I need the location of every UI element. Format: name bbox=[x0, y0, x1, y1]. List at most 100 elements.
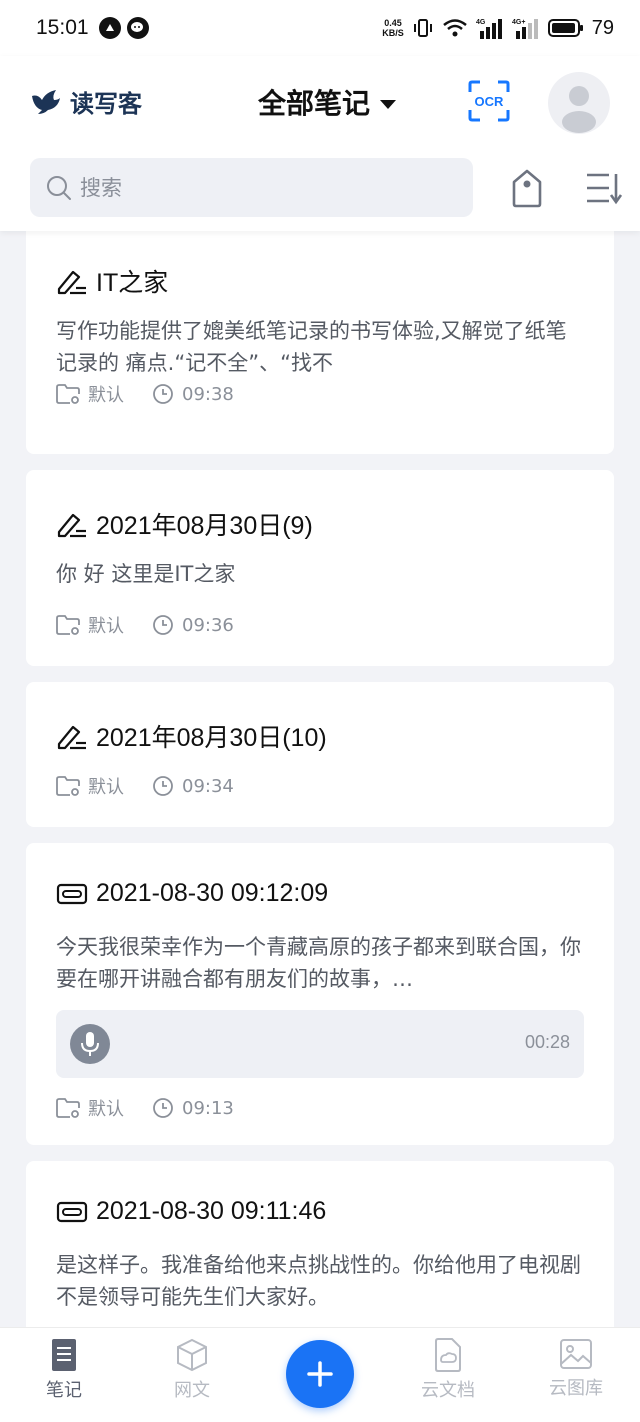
note-time-text: 09:36 bbox=[182, 614, 234, 636]
net-speed-value: 0.45 bbox=[384, 18, 402, 28]
notebook-selector[interactable]: 全部笔记 bbox=[258, 82, 397, 122]
recording-icon bbox=[56, 883, 88, 904]
note-title: 2021-08-30 09:12:09 bbox=[56, 879, 328, 908]
note-meta: 默认 09:36 bbox=[56, 612, 234, 638]
tab-cloud-gallery[interactable]: 云图库 bbox=[526, 1338, 626, 1400]
tag-button[interactable] bbox=[510, 168, 544, 208]
net-speed: 0.45 KB/S bbox=[382, 18, 404, 38]
note-time-text: 09:34 bbox=[182, 775, 234, 797]
signal-4g-icon: 4G bbox=[476, 19, 502, 39]
note-folder-text: 默认 bbox=[88, 616, 124, 637]
cloud-doc-icon bbox=[435, 1338, 461, 1372]
net-speed-unit: KB/S bbox=[382, 28, 404, 38]
ocr-label: OCR bbox=[474, 93, 504, 109]
note-meta: 默认 09:34 bbox=[56, 773, 234, 799]
note-folder-text: 默认 bbox=[88, 777, 124, 798]
note-icon bbox=[52, 1339, 76, 1371]
note-title-text: 2021年08月30日(9) bbox=[96, 512, 313, 540]
note-time: 09:38 bbox=[152, 383, 234, 405]
caret-down-icon bbox=[380, 99, 397, 109]
note-card[interactable]: 2021年08月30日(10) 默认 09:34 bbox=[26, 682, 614, 827]
sort-button[interactable] bbox=[585, 170, 623, 206]
clock-icon bbox=[153, 776, 173, 796]
note-title: 2021-08-30 09:11:46 bbox=[56, 1197, 326, 1226]
battery-icon bbox=[547, 19, 583, 37]
note-preview: 写作功能提供了媲美纸笔记录的书写体验,又解觉了纸笔记录的 痛点.“记不全”、“找… bbox=[56, 319, 567, 375]
app-notification-icon bbox=[98, 17, 121, 39]
note-time: 09:13 bbox=[152, 1097, 234, 1119]
clock-icon bbox=[153, 384, 173, 404]
note-folder-text: 默认 bbox=[88, 385, 124, 406]
wifi-icon bbox=[442, 19, 467, 37]
note-title: 2021年08月30日(10) bbox=[56, 718, 327, 754]
note-folder: 默认 bbox=[56, 612, 124, 638]
brand: 读写客 bbox=[30, 84, 142, 119]
user-avatar[interactable] bbox=[548, 72, 610, 134]
note-title: IT之家 bbox=[56, 263, 168, 299]
folder-icon bbox=[56, 384, 80, 404]
note-title-text: 2021-08-30 09:11:46 bbox=[96, 1197, 327, 1225]
note-time: 09:34 bbox=[152, 775, 234, 797]
handwriting-icon bbox=[57, 513, 86, 538]
search-bar[interactable] bbox=[30, 158, 473, 217]
note-preview: 你 好 这里是IT之家 bbox=[56, 562, 236, 586]
note-time-text: 09:13 bbox=[182, 1097, 234, 1119]
plus-icon bbox=[307, 1361, 333, 1387]
play-recording-button[interactable] bbox=[70, 1024, 110, 1064]
wechat-icon bbox=[126, 17, 149, 39]
audio-duration: 00:28 bbox=[524, 1032, 570, 1052]
search-input[interactable] bbox=[80, 175, 440, 200]
page-title: 全部笔记 bbox=[258, 87, 371, 120]
note-time: 09:36 bbox=[152, 614, 234, 636]
note-title: 2021年08月30日(9) bbox=[56, 506, 313, 542]
note-folder: 默认 bbox=[56, 1095, 124, 1121]
note-folder: 默认 bbox=[56, 773, 124, 799]
signal-4g-plus-icon: 4G+ bbox=[512, 19, 538, 39]
user-silhouette-icon bbox=[562, 86, 596, 133]
note-meta: 默认 09:13 bbox=[56, 1095, 234, 1121]
svg-text:4G+: 4G+ bbox=[512, 19, 525, 26]
note-title-text: 2021年08月30日(10) bbox=[96, 724, 327, 752]
app-header: 读写客 全部笔记 OCR bbox=[0, 56, 640, 231]
note-card[interactable]: IT之家 写作功能提供了媲美纸笔记录的书写体验,又解觉了纸笔记录的 痛点.“记不… bbox=[26, 231, 614, 454]
tab-web-articles-label: 网文 bbox=[174, 1380, 210, 1401]
tab-cloud-docs-label: 云文档 bbox=[421, 1380, 475, 1401]
note-card[interactable]: 2021-08-30 09:11:46 是这样子。我准备给他来点挑战性的。你给他… bbox=[26, 1161, 614, 1327]
folder-icon bbox=[56, 615, 80, 635]
tab-cloud-docs[interactable]: 云文档 bbox=[398, 1338, 498, 1402]
note-meta: 默认 09:38 bbox=[56, 381, 234, 407]
clock-icon bbox=[153, 615, 173, 635]
ocr-button[interactable]: OCR bbox=[468, 80, 510, 122]
tab-web-articles[interactable]: 网文 bbox=[142, 1338, 242, 1402]
gallery-icon bbox=[560, 1339, 592, 1369]
note-title-text: 2021-08-30 09:12:09 bbox=[96, 879, 329, 907]
tab-notes-label: 笔记 bbox=[46, 1380, 82, 1401]
note-list[interactable]: IT之家 写作功能提供了媲美纸笔记录的书写体验,又解觉了纸笔记录的 痛点.“记不… bbox=[0, 231, 640, 1327]
vibrate-icon bbox=[413, 19, 432, 37]
battery-level: 79 bbox=[591, 16, 614, 39]
note-card[interactable]: 2021年08月30日(9) 你 好 这里是IT之家 默认 09:36 bbox=[26, 470, 614, 666]
note-folder-text: 默认 bbox=[88, 1099, 124, 1120]
brand-name: 读写客 bbox=[70, 90, 142, 118]
handwriting-icon bbox=[57, 270, 86, 295]
add-note-button[interactable] bbox=[286, 1340, 354, 1408]
tab-cloud-gallery-label: 云图库 bbox=[549, 1378, 603, 1399]
note-folder: 默认 bbox=[56, 381, 124, 407]
microphone-icon bbox=[81, 1032, 99, 1056]
bottom-nav: 笔记 网文 云文档 云图库 bbox=[0, 1327, 640, 1422]
tab-notes[interactable]: 笔记 bbox=[14, 1338, 114, 1402]
cube-icon bbox=[177, 1338, 207, 1372]
note-preview: 是这样子。我准备给他来点挑战性的。你给他用了电视剧不是领导可能先生们大家好。 bbox=[56, 1253, 581, 1309]
audio-player[interactable]: 00:28 bbox=[56, 1010, 584, 1078]
status-bar: 15:01 0.45 KB/S 4G 4G+ 79 bbox=[0, 0, 640, 56]
recording-icon bbox=[56, 1201, 88, 1222]
clock-icon bbox=[153, 1098, 173, 1118]
svg-text:4G: 4G bbox=[476, 19, 486, 26]
search-icon bbox=[47, 175, 71, 200]
folder-icon bbox=[56, 1098, 80, 1118]
note-preview: 今天我很荣幸作为一个青藏高原的孩子都来到联合国，你要在哪开讲融合都有朋友们的故事… bbox=[56, 935, 581, 991]
folder-icon bbox=[56, 776, 80, 796]
tag-icon bbox=[512, 169, 542, 208]
status-time: 15:01 bbox=[36, 16, 89, 39]
note-card[interactable]: 2021-08-30 09:12:09 今天我很荣幸作为一个青藏高原的孩子都来到… bbox=[26, 843, 614, 1145]
